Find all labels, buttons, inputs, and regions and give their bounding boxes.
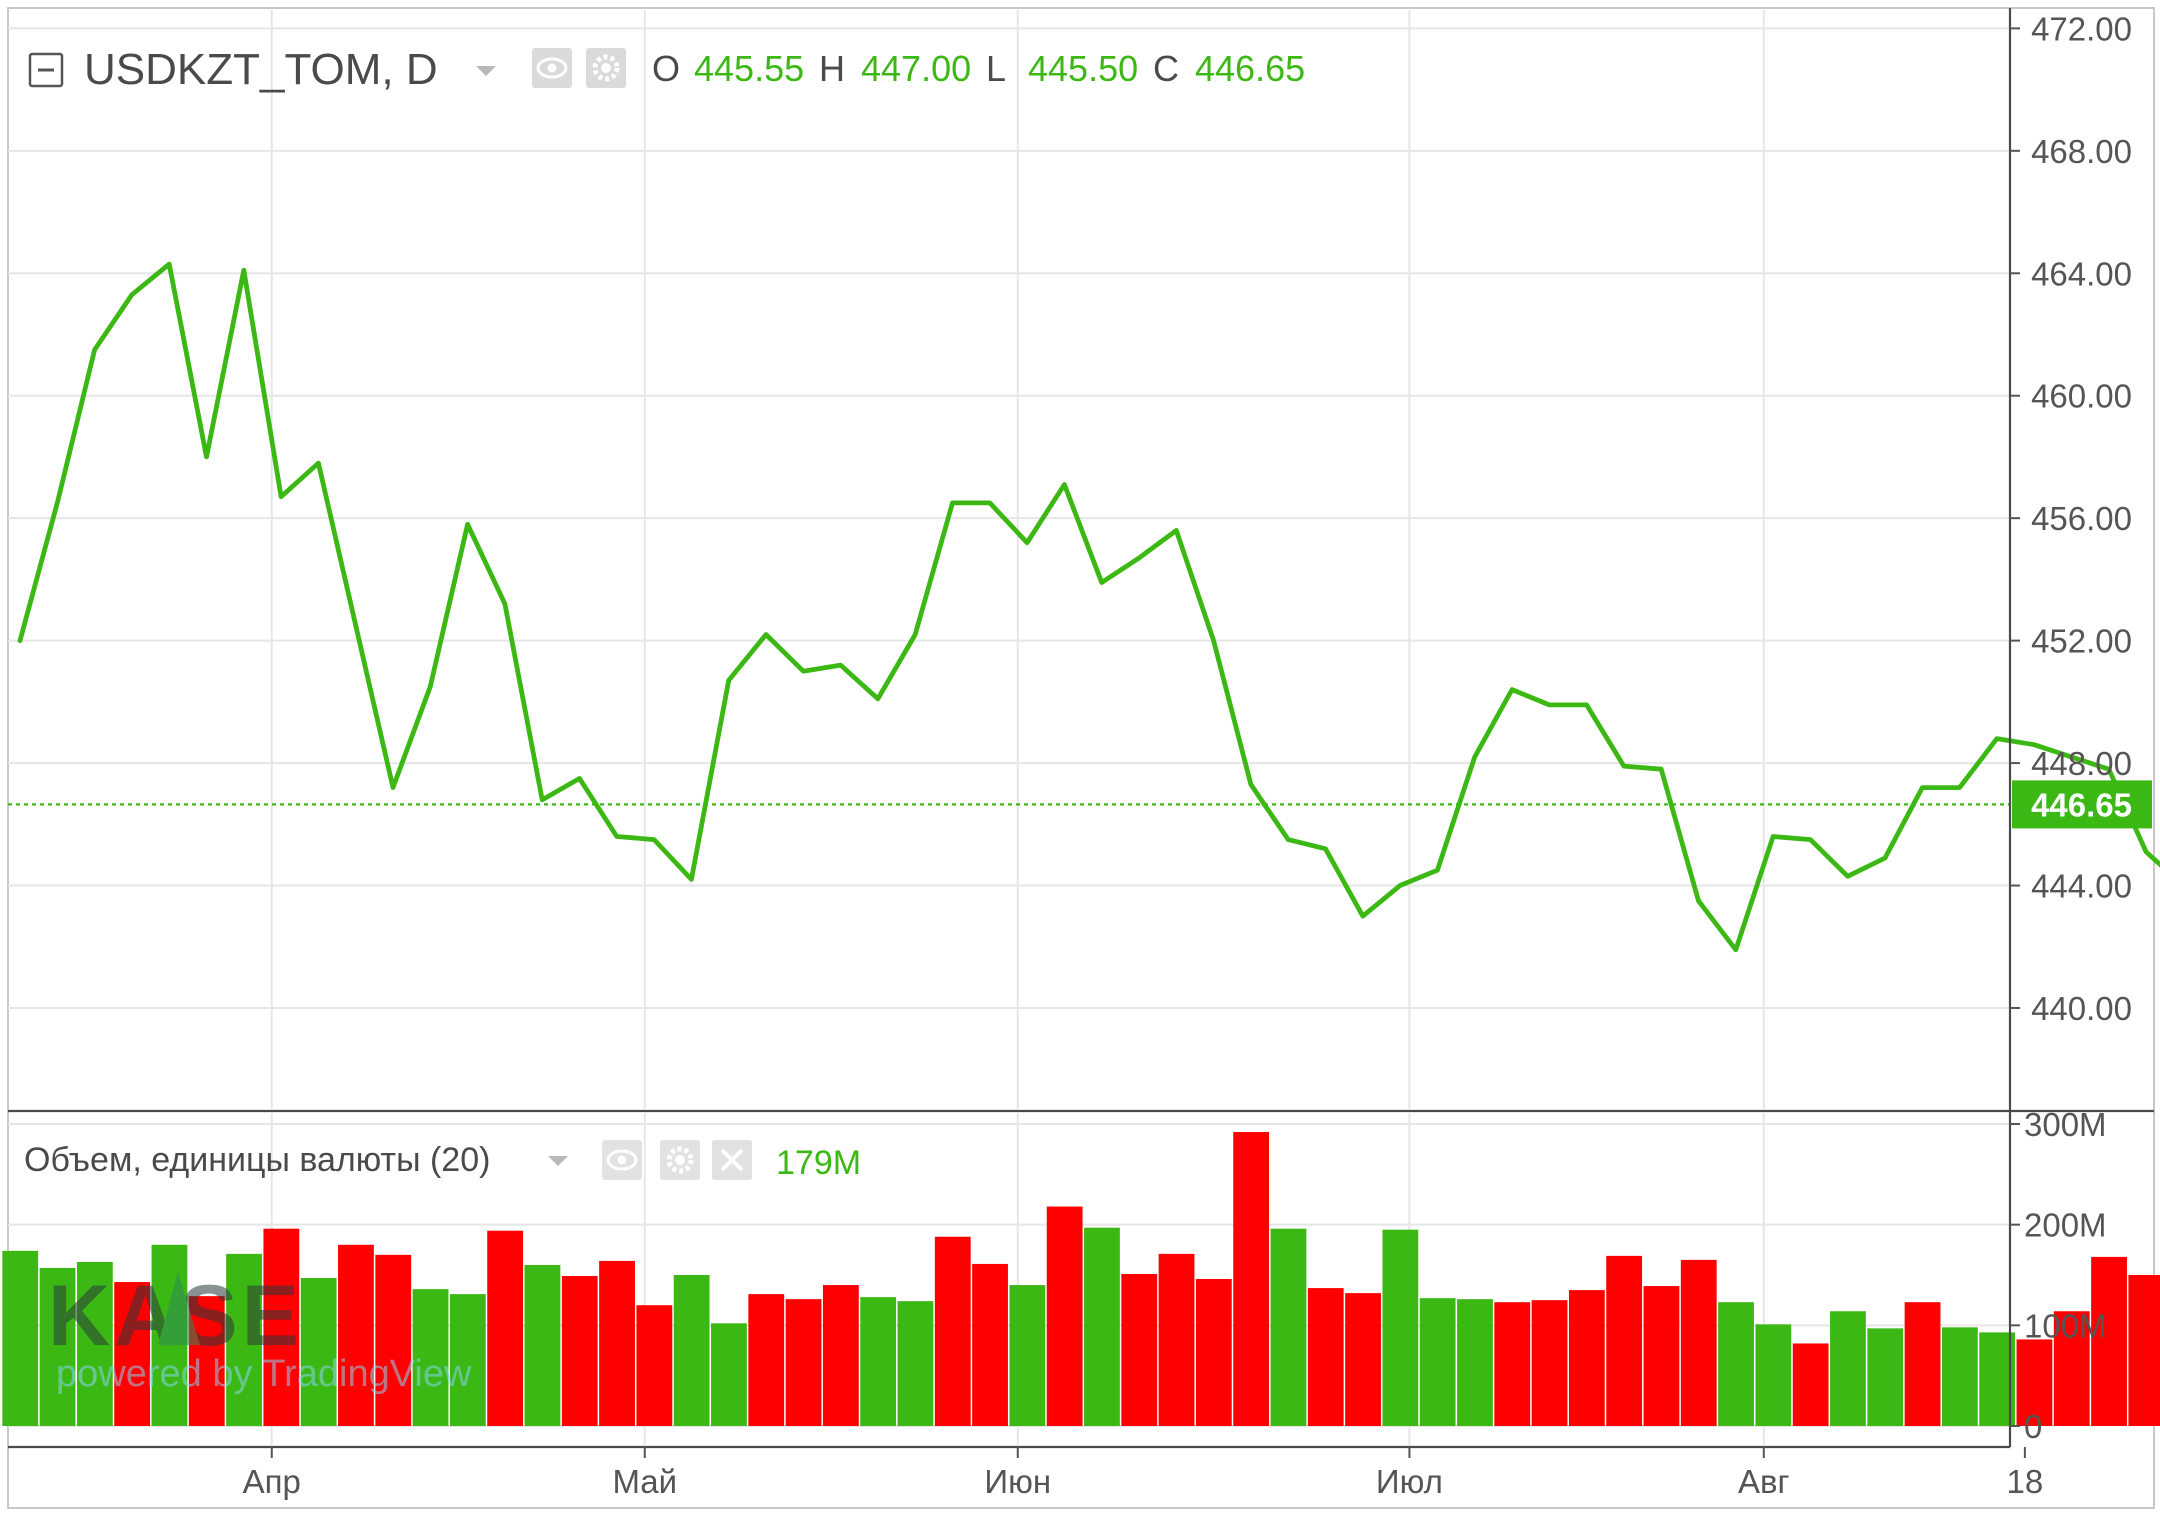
volume-bar	[338, 1244, 374, 1426]
volume-title[interactable]: Объем, единицы валюты (20)	[24, 1141, 490, 1179]
volume-bar	[1046, 1206, 1083, 1426]
price-tick-label: 472.00	[2031, 10, 2132, 47]
ohlc-label: H	[819, 48, 845, 89]
volume-bar	[1307, 1288, 1344, 1426]
last-price-value: 446.65	[2031, 786, 2132, 823]
price-tick-label: 460.00	[2031, 378, 2132, 415]
volume-bar	[561, 1276, 598, 1426]
volume-bar	[1568, 1290, 1605, 1426]
volume-bar	[1531, 1300, 1568, 1426]
price-tick-label: 464.00	[2031, 255, 2132, 292]
volume-bar	[1419, 1298, 1456, 1426]
volume-bar	[1904, 1302, 1941, 1426]
volume-bar	[1121, 1273, 1158, 1426]
price-tick-label: 444.00	[2031, 868, 2132, 905]
volume-bar	[1718, 1302, 1754, 1426]
volume-bar	[1494, 1302, 1531, 1426]
volume-bar	[1792, 1343, 1829, 1426]
last-price-label: 446.65	[2012, 780, 2152, 829]
volume-bar	[636, 1305, 673, 1426]
volume-bar	[1270, 1228, 1307, 1426]
volume-tick-label: 300M	[2024, 1106, 2107, 1143]
gear-icon[interactable]	[660, 1140, 700, 1180]
volume-bar	[1158, 1253, 1195, 1426]
price-tick-label: 440.00	[2031, 990, 2132, 1027]
price-tick-label: 452.00	[2031, 623, 2132, 660]
volume-bar	[972, 1263, 1008, 1426]
volume-bar	[1755, 1324, 1792, 1426]
volume-bar	[934, 1236, 971, 1426]
volume-tick-label: 0	[2024, 1408, 2042, 1445]
volume-bar	[1084, 1227, 1120, 1426]
ohlc-label: C	[1153, 48, 1179, 89]
volume-bar	[673, 1275, 710, 1426]
volume-bar	[822, 1285, 859, 1426]
volume-bar	[375, 1254, 412, 1426]
x-tick-label: Июл	[1376, 1463, 1443, 1500]
volume-bar	[897, 1301, 934, 1426]
volume-bar	[1009, 1285, 1046, 1426]
volume-bar	[711, 1323, 747, 1426]
ohlc-value: 445.55	[694, 48, 804, 89]
volume-bar	[1382, 1229, 1419, 1426]
volume-bar	[524, 1264, 561, 1426]
x-tick-label: Апр	[243, 1463, 301, 1500]
collapse-legend-button[interactable]	[28, 52, 64, 88]
volume-bar	[1606, 1255, 1643, 1426]
volume-bar	[1233, 1132, 1270, 1426]
price-tick-label: 456.00	[2031, 500, 2132, 537]
volume-bar	[1867, 1328, 1904, 1426]
volume-bar	[1345, 1293, 1381, 1426]
ohlc-value: 445.50	[1028, 48, 1138, 89]
volume-bar	[300, 1278, 337, 1426]
ohlc-value: 446.65	[1195, 48, 1305, 89]
volume-bar	[599, 1260, 635, 1426]
gear-icon[interactable]	[586, 48, 626, 88]
symbol-title[interactable]: USDKZT_TOM, D	[84, 45, 438, 94]
volume-tick-label: 100M	[2024, 1307, 2107, 1344]
volume-bar	[1830, 1311, 1866, 1426]
ohlc-label: L	[986, 48, 1006, 89]
close-icon[interactable]	[712, 1140, 752, 1180]
volume-bar	[1195, 1279, 1232, 1426]
volume-tick-label: 200M	[2024, 1207, 2107, 1244]
volume-header: Объем, единицы валюты (20) 179M	[24, 1140, 861, 1182]
volume-bar	[748, 1294, 785, 1426]
eye-icon[interactable]	[532, 48, 572, 88]
eye-icon[interactable]	[602, 1140, 642, 1180]
x-tick-label: Авг	[1738, 1463, 1790, 1500]
watermark-powered: powered by TradingView	[56, 1353, 472, 1395]
volume-bar	[1941, 1327, 1978, 1426]
volume-bar	[2128, 1275, 2160, 1426]
volume-value: 179M	[776, 1144, 861, 1182]
chart-root: KASE powered by TradingView АпрМайИюнИюл…	[2, 7, 2160, 1509]
volume-bar	[2, 1250, 39, 1426]
volume-bar	[860, 1297, 897, 1426]
x-tick-label: 18	[2007, 1463, 2044, 1500]
x-tick-label: Май	[612, 1463, 677, 1500]
x-tick-label: Июн	[984, 1463, 1051, 1500]
volume-bar	[487, 1230, 524, 1426]
volume-bar	[1643, 1286, 1680, 1426]
volume-bar	[1680, 1259, 1717, 1426]
chart-header: USDKZT_TOM, D O 445.55 H 447.00 L 445.50 C 446.…	[28, 45, 1305, 94]
volume-bar	[785, 1299, 822, 1426]
price-tick-label: 448.00	[2031, 745, 2132, 782]
ohlc-value: 447.00	[861, 48, 971, 89]
price-tick-label: 468.00	[2031, 133, 2132, 170]
ohlc-label: O	[652, 48, 680, 89]
volume-bar	[1457, 1299, 1493, 1426]
